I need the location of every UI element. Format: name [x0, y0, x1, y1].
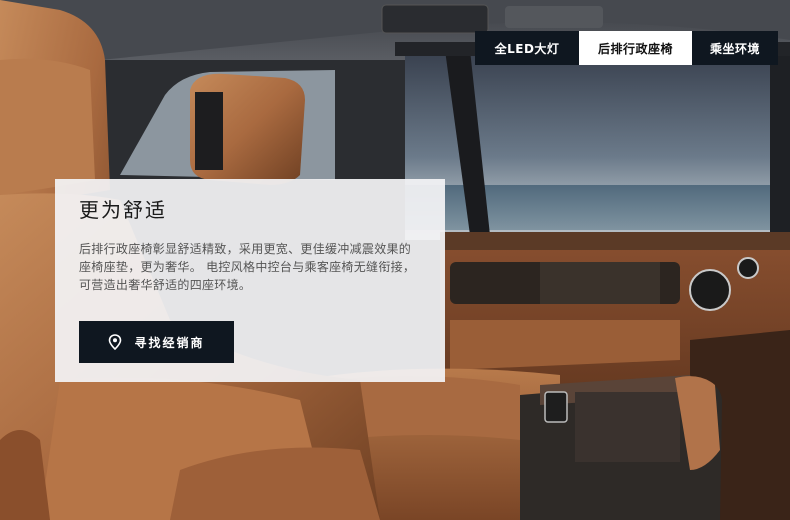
find-dealer-button[interactable]: 寻找经销商: [79, 321, 234, 363]
feature-tabs: 全LED大灯 后排行政座椅 乘坐环境: [475, 31, 778, 65]
feature-description: 后排行政座椅彰显舒适精致，采用更宽、更佳缓冲减震效果的座椅座垫，更为奢华。 电控…: [79, 242, 416, 292]
tab-led-headlights[interactable]: 全LED大灯: [475, 31, 579, 65]
tab-ride-environment[interactable]: 乘坐环境: [692, 31, 778, 65]
tab-rear-executive-seats[interactable]: 后排行政座椅: [579, 31, 692, 65]
location-pin-icon: [108, 334, 122, 350]
feature-title: 更为舒适: [79, 198, 167, 222]
find-dealer-label: 寻找经销商: [134, 335, 205, 350]
feature-card: 更为舒适 后排行政座椅彰显舒适精致，采用更宽、更佳缓冲减震效果的座椅座垫，更为奢…: [55, 179, 445, 382]
